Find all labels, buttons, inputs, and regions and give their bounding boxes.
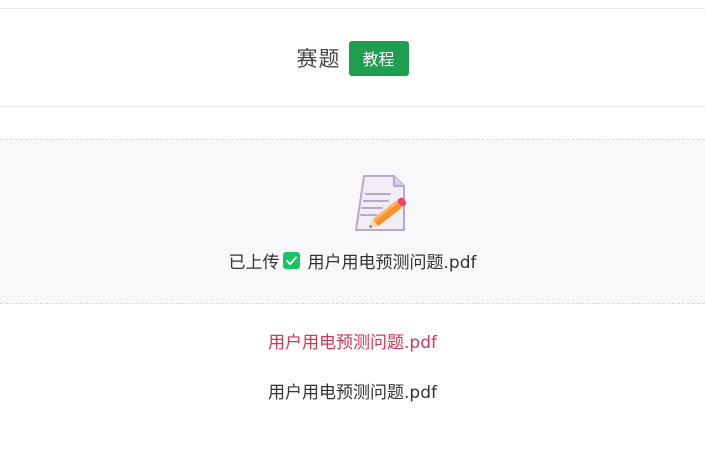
upload-status-label: 已上传	[228, 253, 280, 273]
tutorial-button[interactable]: 教程	[348, 40, 409, 76]
file-name-text: 用户用电预测问题.pdf	[268, 383, 437, 403]
header-divider	[0, 106, 705, 107]
check-icon	[282, 252, 300, 269]
uploaded-file-name: 用户用电预测问题.pdf	[307, 253, 477, 273]
page-title: 赛题	[296, 47, 341, 71]
document-pencil-icon	[355, 175, 407, 231]
file-upload-area[interactable]: 已上传 用户用电预测问题.pdf	[0, 139, 705, 304]
upload-status: 已上传 用户用电预测问题.pdf	[0, 248, 705, 273]
header: 赛题 教程	[0, 9, 705, 107]
file-download-link[interactable]: 用户用电预测问题.pdf	[0, 328, 705, 353]
page: 赛题 教程 已上传 用户用电预测问题.pdf 用户用电预测问题.pdf 用户用电…	[0, 0, 705, 473]
